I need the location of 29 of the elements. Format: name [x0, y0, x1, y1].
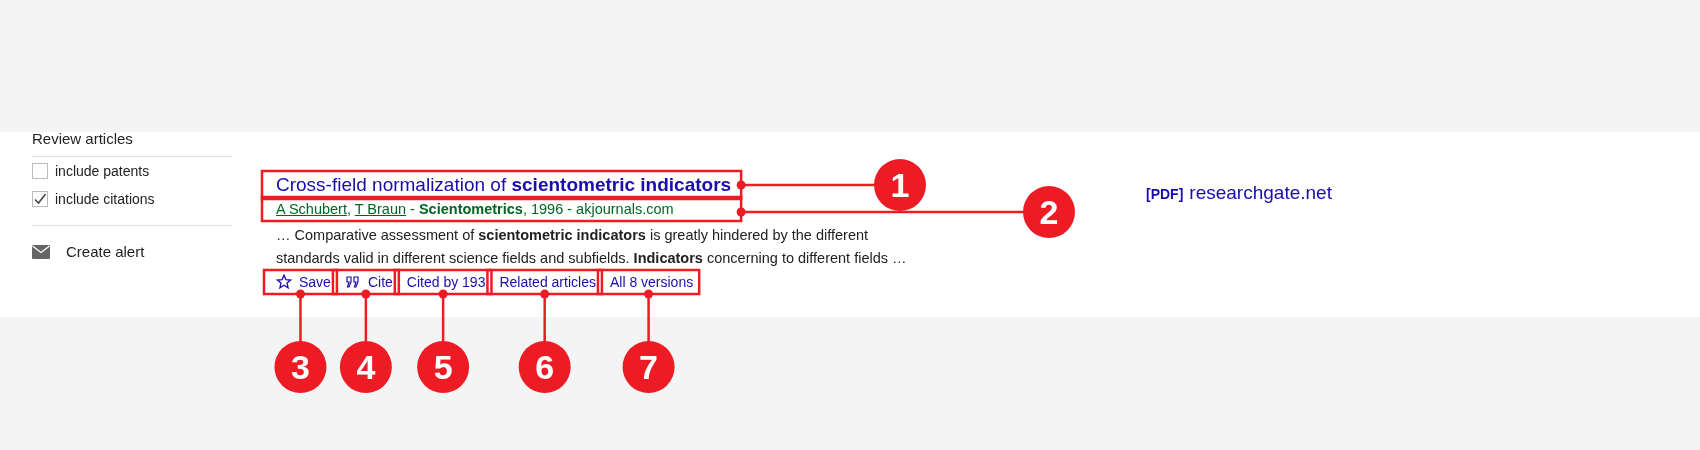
callout-marker: 7 — [622, 341, 675, 393]
callout-marker: 5 — [417, 341, 470, 393]
result-title[interactable]: Cross-field normalization of scientometric indicators — [276, 172, 732, 198]
result-link[interactable]: Related articles — [499, 271, 596, 293]
cite-link[interactable]: Cite — [344, 271, 393, 293]
callout-marker: 6 — [518, 341, 571, 393]
star-icon — [276, 274, 292, 290]
result-link[interactable]: All 8 versions — [609, 271, 694, 293]
callout-marker: 3 — [274, 341, 327, 393]
author-link[interactable]: A Schubert — [276, 201, 347, 217]
quote-icon — [344, 274, 361, 290]
highlight-box — [331, 268, 401, 296]
save-link[interactable]: Save — [276, 271, 331, 293]
callout-marker: 4 — [339, 341, 392, 393]
result-snippet: … Comparative assessment of scientometric indicators is greatly hindered by the different standards valid in different science fields and subfields. Indicators concerning to different fields … — [276, 226, 908, 268]
checkbox-label[interactable]: include citations — [55, 188, 155, 210]
checkbox[interactable] — [32, 191, 48, 207]
publication-info: - Scientometrics, 1996 - akjournals.com — [409, 201, 674, 217]
pdf-link[interactable]: [PDF] researchgate.net — [1146, 182, 1332, 203]
create-alert-link[interactable]: Create alert — [66, 240, 145, 264]
callout-marker: 1 — [874, 159, 926, 211]
filter-label[interactable]: Review articles — [32, 132, 232, 144]
checkbox-label[interactable]: include patents — [55, 160, 150, 182]
author-separator: , — [346, 201, 352, 217]
callout-marker: 2 — [1023, 186, 1075, 238]
result-link[interactable]: Cited by 193 — [406, 271, 486, 293]
author-link[interactable]: T Braun — [354, 201, 407, 217]
checkbox[interactable] — [32, 163, 48, 179]
mail-icon[interactable] — [32, 245, 50, 259]
